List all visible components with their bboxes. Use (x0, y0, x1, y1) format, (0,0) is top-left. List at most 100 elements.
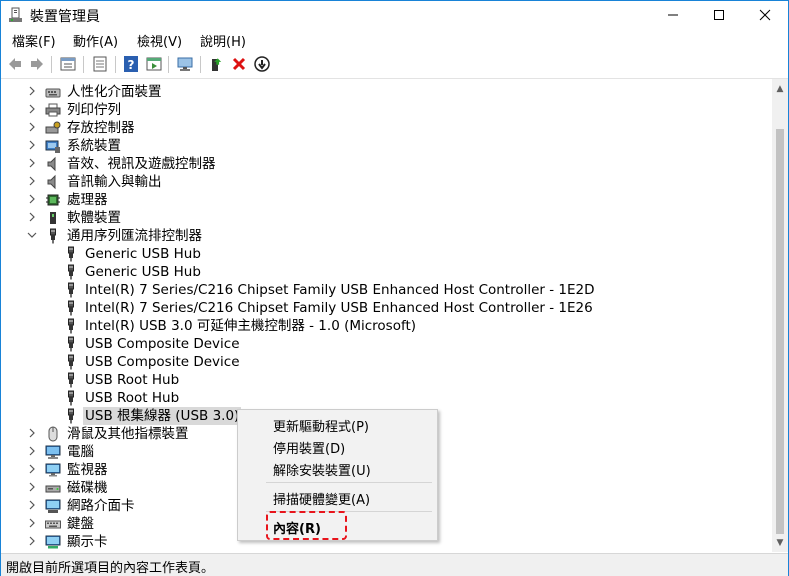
chevron-right-icon[interactable] (27, 516, 39, 530)
tree-row-label: Intel(R) USB 3.0 可延伸主機控制器 - 1.0 (Microso… (85, 318, 417, 334)
toolbar-separator (83, 56, 84, 73)
monitor-scan-icon[interactable] (176, 55, 194, 73)
tree-category-row[interactable]: 存放控制器 (1, 119, 771, 137)
close-button[interactable] (742, 1, 788, 29)
tree-row-label: USB Root Hub (85, 372, 180, 388)
chevron-right-icon[interactable] (27, 174, 39, 188)
chevron-right-icon[interactable] (27, 192, 39, 206)
toolbar-separator (115, 56, 116, 73)
scroll-thumb[interactable] (776, 129, 784, 534)
menu-item-uninstall-device[interactable]: 解除安裝裝置(U) (273, 460, 371, 479)
device-manager-app-icon (9, 7, 22, 22)
tree-row-label: 列印佇列 (67, 102, 121, 118)
tree-row-label: 電腦 (67, 444, 94, 460)
vertical-scrollbar[interactable]: ▲ ▼ (772, 79, 788, 552)
tree-row-label: Intel(R) 7 Series/C216 Chipset Family US… (85, 300, 593, 316)
menu-bar: 檔案(F) 動作(A) 檢視(V) 說明(H) (1, 29, 788, 51)
menu-view[interactable]: 檢視(V) (137, 31, 182, 50)
chevron-right-icon[interactable] (27, 102, 39, 116)
menu-item-scan-hardware[interactable]: 掃描硬體變更(A) (273, 489, 370, 508)
disable-icon[interactable] (253, 55, 271, 73)
chevron-right-icon[interactable] (27, 480, 39, 494)
window-title: 裝置管理員 (30, 9, 100, 25)
usb-icon (63, 300, 79, 316)
tree-row-label: USB Composite Device (85, 354, 240, 370)
tree-device-row[interactable]: USB Composite Device (1, 353, 771, 371)
chevron-right-icon[interactable] (27, 84, 39, 98)
properties-view-icon[interactable] (59, 55, 77, 73)
properties-icon[interactable] (91, 55, 109, 73)
chevron-right-icon[interactable] (27, 120, 39, 134)
tree-category-row[interactable]: 人性化介面裝置 (1, 83, 771, 101)
tree-row-label: Generic USB Hub (85, 246, 201, 262)
scroll-up-button[interactable]: ▲ (772, 81, 788, 97)
context-menu-separator (266, 482, 432, 483)
computer-icon (45, 444, 61, 460)
maximize-button[interactable] (696, 1, 742, 29)
tree-row-label: USB Root Hub (85, 390, 180, 406)
menu-item-disable-device[interactable]: 停用裝置(D) (273, 438, 345, 457)
tree-category-row[interactable]: 軟體裝置 (1, 209, 771, 227)
tree-device-row[interactable]: USB Root Hub (1, 389, 771, 407)
tree-category-row[interactable]: 列印佇列 (1, 101, 771, 119)
chevron-right-icon[interactable] (27, 426, 39, 440)
run-icon[interactable] (145, 55, 163, 73)
speaker-icon (45, 156, 61, 172)
tree-device-row[interactable]: USB Root Hub (1, 371, 771, 389)
tree-device-row[interactable]: Generic USB Hub (1, 263, 771, 281)
software-device-icon (45, 210, 61, 226)
menu-file[interactable]: 檔案(F) (12, 31, 56, 50)
monitor-icon (45, 462, 61, 478)
uninstall-icon[interactable] (230, 55, 248, 73)
tree-category-row[interactable]: 音訊輸入與輸出 (1, 173, 771, 191)
menu-help[interactable]: 說明(H) (200, 31, 246, 50)
network-adapter-icon (45, 498, 61, 514)
tree-device-row[interactable]: Generic USB Hub (1, 245, 771, 263)
forward-icon[interactable] (28, 55, 46, 73)
update-driver-icon[interactable] (208, 55, 226, 73)
scroll-down-button[interactable]: ▼ (772, 535, 788, 551)
properties-highlight-annotation (266, 511, 347, 540)
tree-category-row[interactable]: 處理器 (1, 191, 771, 209)
tree-device-row[interactable]: Intel(R) USB 3.0 可延伸主機控制器 - 1.0 (Microso… (1, 317, 771, 335)
minimize-icon (668, 14, 678, 16)
close-icon (759, 9, 771, 21)
tree-row-label: USB Composite Device (85, 336, 240, 352)
chevron-right-icon[interactable] (27, 534, 39, 548)
chevron-right-icon[interactable] (27, 444, 39, 458)
tree-device-row[interactable]: Intel(R) 7 Series/C216 Chipset Family US… (1, 281, 771, 299)
chevron-down-icon[interactable] (27, 228, 39, 242)
tree-device-row[interactable]: USB Composite Device (1, 335, 771, 353)
tree-device-row[interactable]: Intel(R) 7 Series/C216 Chipset Family US… (1, 299, 771, 317)
chevron-right-icon[interactable] (27, 498, 39, 512)
chevron-right-icon[interactable] (27, 462, 39, 476)
menu-action[interactable]: 動作(A) (73, 31, 118, 50)
tree-row-label: USB 根集線器 (USB 3.0) (83, 407, 242, 425)
title-bar[interactable]: 裝置管理員 (1, 1, 788, 29)
menu-item-update-driver[interactable]: 更新驅動程式(P) (273, 416, 369, 435)
tree-category-row[interactable]: 系統裝置 (1, 137, 771, 155)
display-adapter-icon (45, 534, 61, 550)
tree-category-row[interactable]: 通用序列匯流排控制器 (1, 227, 771, 245)
toolbar: ? (1, 51, 788, 79)
speaker-icon (45, 174, 61, 190)
tree-row-label: 通用序列匯流排控制器 (67, 228, 202, 244)
status-bar: 開啟目前所選項目的內容工作表頁。 (1, 553, 788, 576)
tree-row-label: 磁碟機 (67, 480, 108, 496)
mouse-icon (45, 426, 61, 442)
usb-icon (45, 228, 61, 244)
chevron-right-icon[interactable] (27, 138, 39, 152)
help-icon[interactable]: ? (122, 55, 140, 73)
chevron-right-icon[interactable] (27, 156, 39, 170)
toolbar-separator (200, 56, 201, 73)
chevron-right-icon[interactable] (27, 210, 39, 224)
usb-icon (63, 282, 79, 298)
minimize-button[interactable] (650, 1, 696, 29)
tree-row-label: 網路介面卡 (67, 498, 135, 514)
usb-icon (63, 336, 79, 352)
tree-row-label: 音效、視訊及遊戲控制器 (67, 156, 216, 172)
back-icon[interactable] (6, 55, 24, 73)
tree-category-row[interactable]: 音效、視訊及遊戲控制器 (1, 155, 771, 173)
storage-controller-icon (45, 120, 61, 136)
usb-icon (63, 246, 79, 262)
